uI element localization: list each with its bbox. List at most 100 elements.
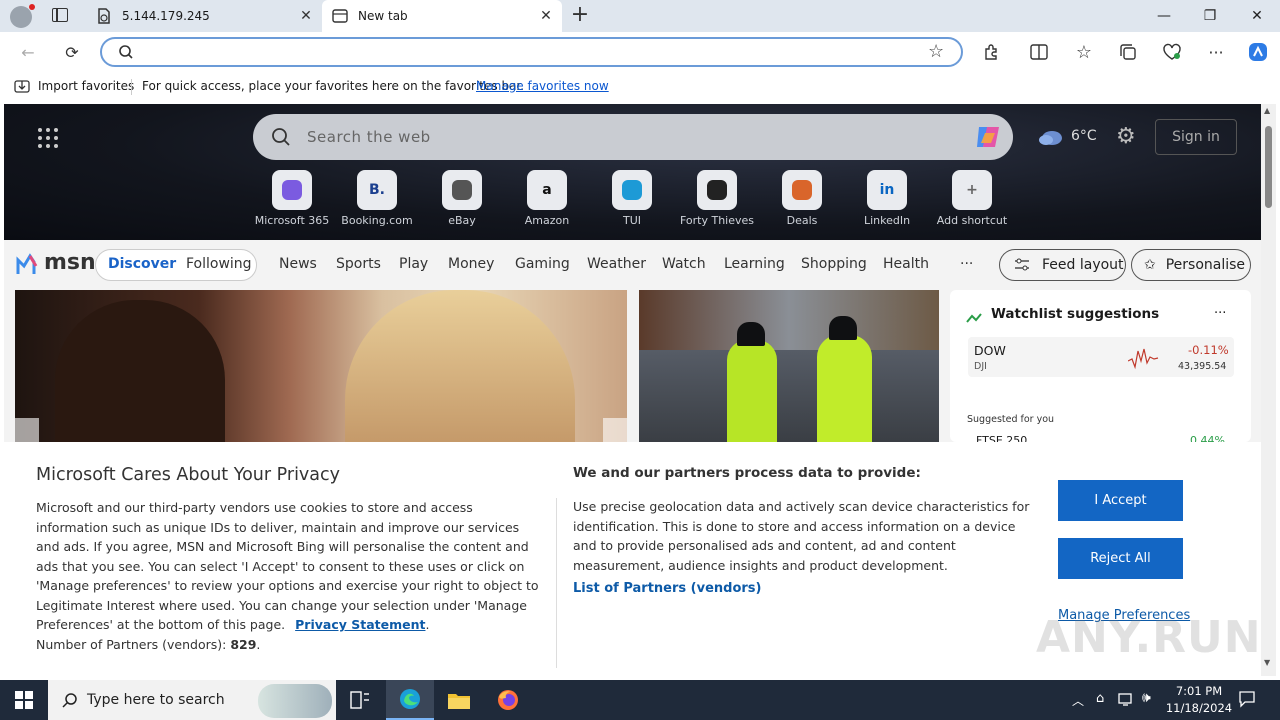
shortcut-forty-thieves[interactable]: Forty Thieves: [675, 170, 759, 227]
notifications-icon[interactable]: [1238, 690, 1256, 712]
shortcut-linkedin[interactable]: in LinkedIn: [845, 170, 929, 227]
stock-row-dow[interactable]: DOW DJI -0.11% 43,395.54: [968, 337, 1234, 377]
nav-learning[interactable]: Learning: [724, 256, 785, 272]
copilot-icon[interactable]: [1242, 36, 1274, 68]
msn-logo-text[interactable]: msn: [44, 250, 96, 275]
shortcut-label: Add shortcut: [936, 214, 1008, 227]
web-search-box[interactable]: Search the web: [253, 114, 1013, 160]
tab-discover[interactable]: Discover: [108, 256, 176, 272]
manage-favorites-link[interactable]: Manage favorites now: [476, 79, 609, 93]
tray-device-icon[interactable]: ⌂: [1096, 691, 1104, 706]
privacy-statement-link[interactable]: Privacy Statement: [295, 617, 425, 632]
shortcut-ebay[interactable]: eBay: [420, 170, 504, 227]
personalise-label: Personalise: [1165, 257, 1246, 273]
sign-in-button[interactable]: Sign in: [1155, 119, 1237, 155]
shortcut-microsoft-365[interactable]: Microsoft 365: [250, 170, 334, 227]
nav-gaming[interactable]: Gaming: [515, 256, 570, 272]
stock-exchange: DJI: [974, 361, 987, 372]
hero-background: Search the web 6°C ⚙ Sign in Microsoft 3…: [4, 104, 1261, 240]
shortcut-booking-com[interactable]: B. Booking.com: [335, 170, 419, 227]
navigation-bar: ← ⟳ ☆ ☆ ···: [0, 32, 1280, 72]
scroll-down-icon[interactable]: ▼: [1264, 658, 1270, 667]
tab-following[interactable]: Following: [186, 256, 252, 272]
featured-story-image[interactable]: [15, 290, 627, 442]
collections-icon[interactable]: [1112, 36, 1144, 68]
favorites-bar: Import favorites For quick access, place…: [0, 72, 1280, 102]
split-screen-icon[interactable]: [1023, 36, 1055, 68]
shortcut-add-shortcut[interactable]: + Add shortcut: [930, 170, 1014, 227]
extensions-icon[interactable]: [975, 36, 1007, 68]
reject-all-button[interactable]: Reject All: [1058, 538, 1183, 579]
feed-layout-button[interactable]: Feed layout: [999, 249, 1126, 281]
refresh-icon[interactable]: ⟳: [56, 36, 88, 68]
search-icon: [271, 127, 291, 147]
minimize-icon[interactable]: —: [1141, 0, 1187, 32]
search-highlight-image: [258, 684, 332, 718]
nav-watch[interactable]: Watch: [662, 256, 706, 272]
favorite-star-icon[interactable]: ☆: [928, 41, 944, 62]
anyrun-watermark: ANY.RUN: [1036, 612, 1261, 663]
network-icon[interactable]: [1118, 691, 1134, 711]
shortcut-deals[interactable]: Deals: [760, 170, 844, 227]
tab-remote-ip[interactable]: 5.144.179.245 ✕: [86, 0, 322, 32]
import-favorites-button[interactable]: Import favorites: [38, 79, 134, 93]
watchlist-more-icon[interactable]: ···: [1214, 306, 1226, 321]
file-explorer-icon[interactable]: [435, 680, 483, 720]
more-options-icon[interactable]: ···: [1200, 36, 1232, 68]
tray-chevron-icon[interactable]: ︿: [1072, 692, 1084, 709]
taskbar-search-box[interactable]: Type here to search: [48, 680, 336, 720]
apps-launcher-icon[interactable]: [38, 128, 58, 148]
nav-sports[interactable]: Sports: [336, 256, 381, 272]
accept-button[interactable]: I Accept: [1058, 480, 1183, 521]
shortcut-amazon[interactable]: a Amazon: [505, 170, 589, 227]
carousel-prev-icon[interactable]: [15, 418, 39, 442]
favorites-icon[interactable]: ☆: [1068, 36, 1100, 68]
tab-actions-icon[interactable]: [52, 8, 68, 22]
task-view-icon[interactable]: [336, 680, 384, 720]
stock-symbol: DOW: [974, 343, 1006, 358]
nav-weather[interactable]: Weather: [587, 256, 646, 272]
search-placeholder: Search the web: [307, 128, 431, 146]
clock-time[interactable]: 7:01 PM: [1174, 684, 1224, 698]
shortcut-tile-icon: [442, 170, 482, 210]
volume-icon[interactable]: 🕪: [1142, 690, 1151, 706]
sign-in-label: Sign in: [1172, 129, 1220, 145]
partners-list-link[interactable]: List of Partners (vendors): [573, 581, 761, 596]
firefox-icon[interactable]: [484, 680, 532, 720]
nav-money[interactable]: Money: [448, 256, 494, 272]
copilot-search-icon[interactable]: [973, 123, 1003, 155]
personalise-button[interactable]: ✩ Personalise: [1131, 249, 1251, 281]
shortcut-tui[interactable]: TUI: [590, 170, 674, 227]
carousel-next-icon[interactable]: [603, 418, 627, 442]
edge-browser-icon[interactable]: [386, 680, 434, 720]
clock-date[interactable]: 11/18/2024: [1164, 701, 1234, 715]
profile-avatar-icon[interactable]: [10, 4, 35, 28]
page-scrollbar[interactable]: ▲ ▼: [1261, 104, 1276, 676]
msn-logo-icon[interactable]: [16, 252, 42, 280]
nav-shopping[interactable]: Shopping: [801, 256, 867, 272]
settings-gear-icon[interactable]: ⚙: [1116, 124, 1136, 149]
nav-more-icon[interactable]: ···: [960, 256, 973, 272]
address-bar[interactable]: ☆: [100, 37, 963, 67]
nav-health[interactable]: Health: [883, 256, 929, 272]
browser-essentials-icon[interactable]: [1156, 36, 1188, 68]
new-tab-button[interactable]: +: [568, 4, 592, 28]
weather-cloud-icon[interactable]: [1038, 128, 1064, 152]
close-tab-icon[interactable]: ✕: [298, 8, 314, 24]
watchlist-title: Watchlist suggestions: [991, 306, 1160, 322]
close-window-icon[interactable]: ✕: [1234, 0, 1280, 32]
weather-temperature[interactable]: 6°C: [1071, 128, 1097, 144]
stock-price: 43,395.54: [1178, 361, 1227, 372]
close-tab-icon[interactable]: ✕: [538, 8, 554, 24]
news-story-image[interactable]: [639, 290, 939, 442]
restore-icon[interactable]: ❐: [1187, 0, 1233, 32]
back-icon[interactable]: ←: [12, 36, 44, 68]
nav-news[interactable]: News: [279, 256, 317, 272]
start-windows-icon[interactable]: [0, 680, 48, 720]
import-icon: [14, 79, 30, 96]
scroll-thumb[interactable]: [1265, 126, 1272, 208]
tab-new-tab[interactable]: New tab ✕: [322, 0, 562, 32]
scroll-up-icon[interactable]: ▲: [1264, 106, 1270, 115]
tab-strip: 5.144.179.245 ✕ New tab ✕ + — ❐ ✕: [0, 0, 1280, 32]
nav-play[interactable]: Play: [399, 256, 428, 272]
